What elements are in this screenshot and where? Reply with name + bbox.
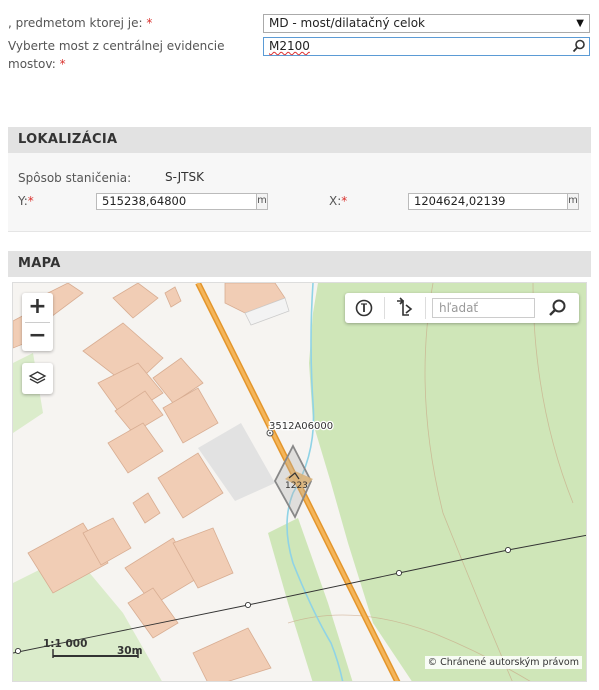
required-marker: * bbox=[27, 194, 34, 208]
zoom-controls: + − bbox=[22, 293, 53, 351]
line-node bbox=[14, 647, 22, 655]
building bbox=[127, 587, 179, 639]
localization-body: Spôsob staničenia: S-JTSK Y:* 515238,648… bbox=[8, 153, 591, 232]
map-copyright: © Chránené autorským právom bbox=[424, 656, 582, 669]
building bbox=[164, 286, 182, 308]
route-icon bbox=[397, 297, 413, 316]
layers-icon bbox=[28, 371, 47, 384]
bridge-search-value: M2100 bbox=[269, 39, 310, 53]
dropdown-arrow-icon: ▼ bbox=[576, 18, 584, 29]
x-label: X:* bbox=[329, 194, 348, 208]
road-label: 3512A06000 bbox=[269, 421, 333, 432]
line-node bbox=[244, 601, 252, 609]
line-node bbox=[504, 546, 512, 554]
zoom-in-button[interactable]: + bbox=[22, 293, 53, 322]
route-button[interactable] bbox=[387, 293, 421, 323]
map-canvas[interactable]: 3512A06000 1223 bbox=[13, 283, 587, 682]
map-header: MAPA bbox=[8, 251, 591, 277]
y-unit: m bbox=[257, 193, 268, 210]
identify-button[interactable] bbox=[347, 293, 381, 323]
scale-ratio: 1:1 000 bbox=[43, 638, 88, 650]
method-value: S-JTSK bbox=[165, 170, 204, 184]
x-unit: m bbox=[568, 193, 579, 210]
subject-select-value: MD - most/dilatačný celok bbox=[269, 16, 426, 30]
bridge-label: 1223 bbox=[285, 481, 308, 491]
required-marker: * bbox=[146, 16, 153, 30]
bridge-label: Vyberte most z centrálnej evidencie most… bbox=[8, 39, 225, 71]
layers-button[interactable] bbox=[22, 363, 53, 394]
zoom-out-button[interactable]: − bbox=[22, 322, 53, 351]
green-strip bbox=[268, 518, 353, 681]
info-icon bbox=[355, 299, 373, 317]
map-search-button[interactable] bbox=[540, 293, 574, 323]
green-area-east bbox=[309, 283, 586, 681]
subject-select[interactable]: MD - most/dilatačný celok ▼ bbox=[263, 14, 590, 33]
y-coordinate-input[interactable]: 515238,64800 bbox=[96, 193, 257, 210]
method-label: Spôsob staničenia: bbox=[18, 171, 132, 185]
y-label: Y:* bbox=[18, 194, 34, 208]
building bbox=[112, 283, 159, 319]
map-search-input[interactable]: hľadať bbox=[432, 298, 535, 318]
building bbox=[192, 627, 272, 681]
search-icon[interactable] bbox=[572, 39, 586, 53]
required-marker: * bbox=[59, 57, 66, 71]
line-node bbox=[395, 569, 403, 577]
x-coordinate-input[interactable]: 1204624,02139 bbox=[408, 193, 568, 210]
localization-header: LOKALIZÁCIA bbox=[8, 127, 591, 153]
building bbox=[132, 492, 161, 524]
search-icon bbox=[549, 299, 566, 316]
map-viewport[interactable]: 3512A06000 1223 1:1 000 30m + − hľadať ©… bbox=[12, 282, 587, 682]
bridge-search-input[interactable]: M2100 bbox=[263, 37, 590, 56]
scale-distance: 30m bbox=[117, 645, 143, 657]
building bbox=[107, 422, 164, 474]
subject-label: , predmetom ktorej je: * bbox=[8, 16, 153, 30]
required-marker: * bbox=[341, 194, 348, 208]
map-toolbar: hľadať bbox=[345, 293, 579, 323]
